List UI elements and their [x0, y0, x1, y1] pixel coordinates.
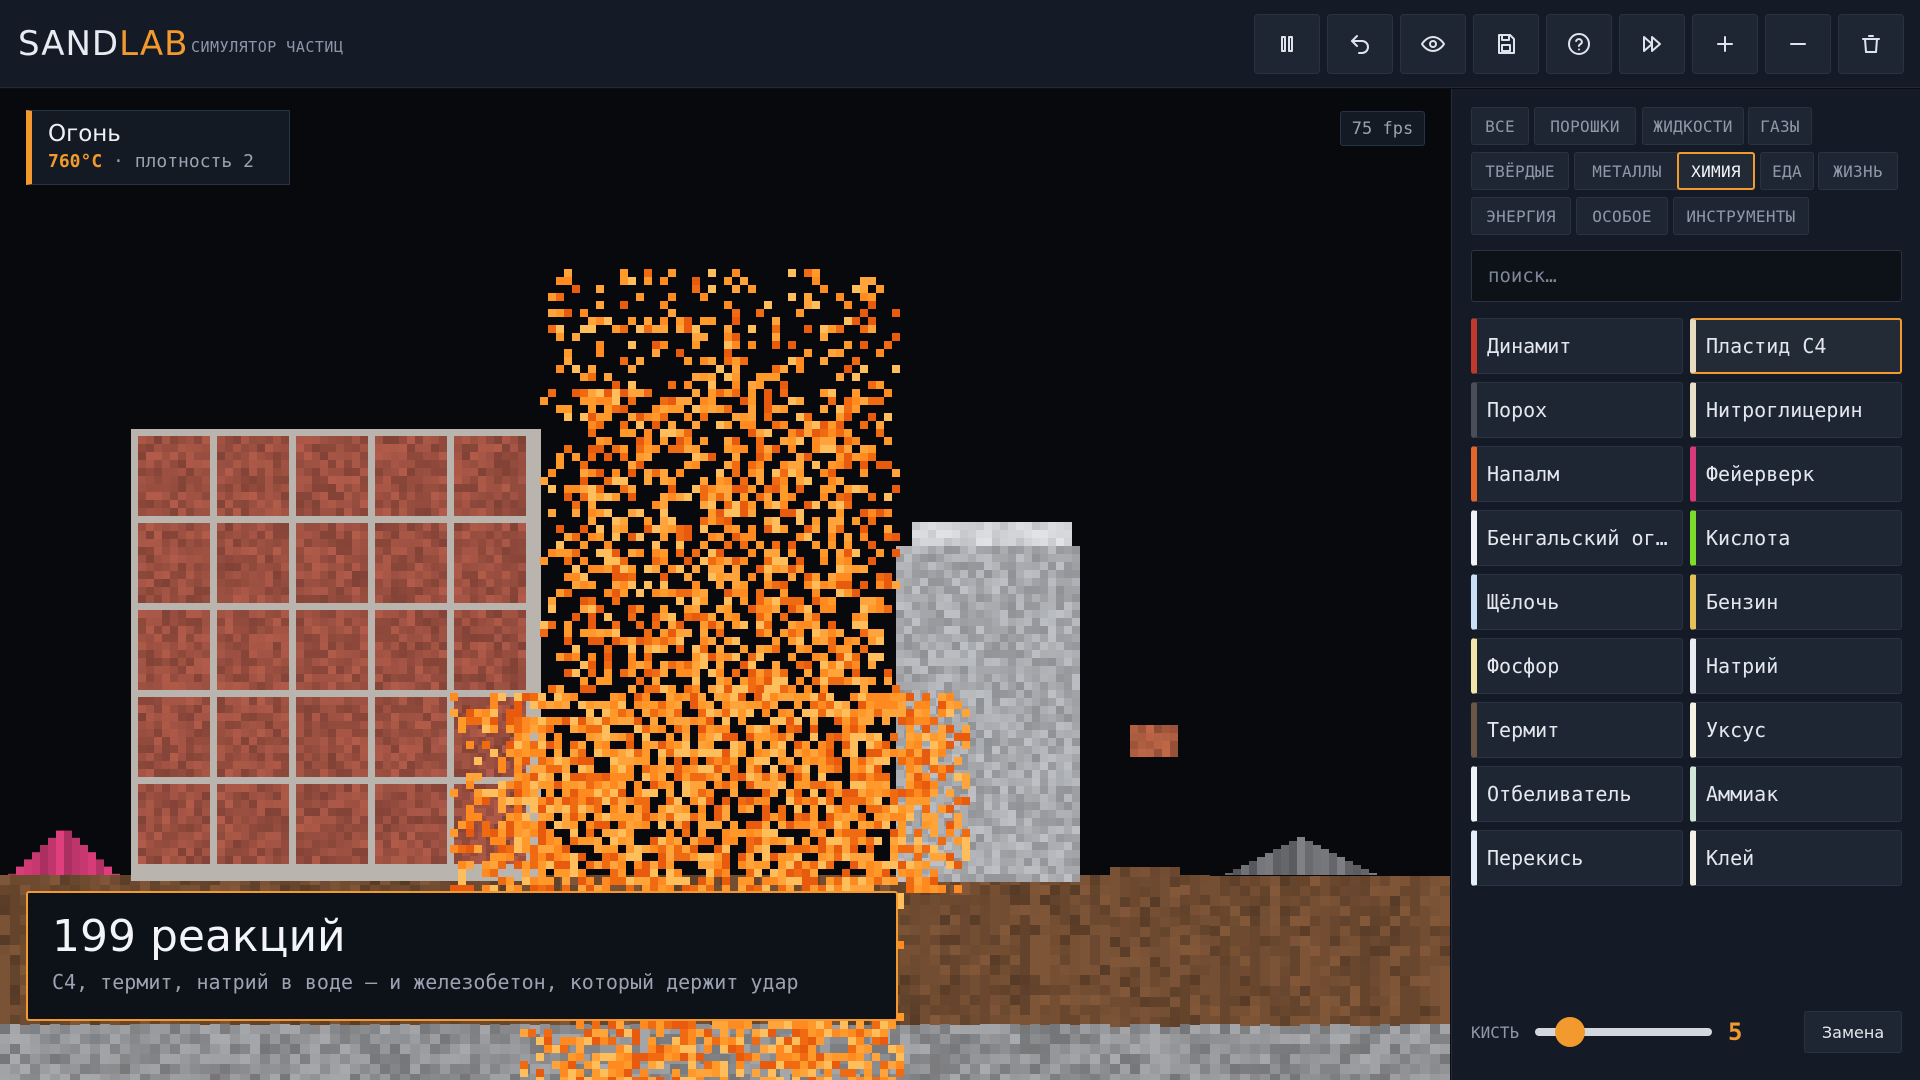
undo-icon: [1351, 35, 1369, 54]
zoom-out-button[interactable]: [1765, 14, 1831, 74]
element-label: Клей: [1706, 846, 1755, 870]
pause-button[interactable]: [1254, 14, 1320, 74]
element-button[interactable]: Фосфор: [1471, 638, 1683, 694]
element-label: Натрий: [1706, 654, 1779, 678]
element-label: Термит: [1487, 718, 1560, 742]
element-label: Динамит: [1487, 334, 1572, 358]
element-label: Фосфор: [1487, 654, 1560, 678]
hover-element-info: Огонь 760°C · плотность 2: [26, 110, 290, 185]
simulation-canvas[interactable]: Огонь 760°C · плотность 2 75 fps 199 реа…: [0, 89, 1450, 1080]
clear-button[interactable]: [1838, 14, 1904, 74]
element-label: Отбеливатель: [1487, 782, 1632, 806]
plus-icon: [1717, 36, 1733, 52]
small-brick-block: [1130, 725, 1178, 757]
banner-text: С4, термит, натрий в воде — и железобето…: [52, 970, 799, 994]
brush-size-thumb[interactable]: [1555, 1017, 1586, 1047]
hover-density: · плотность 2: [102, 151, 254, 172]
undo-button[interactable]: [1327, 14, 1393, 74]
brush-label: КИСТЬ: [1471, 1023, 1520, 1042]
element-button[interactable]: Пластид С4: [1690, 318, 1902, 374]
element-button[interactable]: Натрий: [1690, 638, 1902, 694]
category-tab[interactable]: ЭНЕРГИЯ: [1471, 197, 1571, 235]
element-label: Бенгальский огонь: [1487, 526, 1677, 550]
category-tab[interactable]: ЕДА: [1760, 152, 1814, 190]
app-subtitle: СИМУЛЯТОР ЧАСТИЦ: [191, 38, 344, 56]
top-bar: SANDLAB СИМУЛЯТОР ЧАСТИЦ: [0, 0, 1920, 88]
app-logo: SANDLAB: [18, 24, 188, 64]
element-button[interactable]: Уксус: [1690, 702, 1902, 758]
logo-sand: SAND: [18, 24, 120, 64]
element-label: Кислота: [1706, 526, 1791, 550]
zoom-in-button[interactable]: [1692, 14, 1758, 74]
gray-rock-pile: [1225, 837, 1377, 875]
fast-forward-icon: [1643, 36, 1661, 52]
element-label: Напалм: [1487, 462, 1560, 486]
category-tab[interactable]: ИНСТРУМЕНТЫ: [1673, 197, 1809, 235]
help-icon: [1568, 33, 1590, 55]
brush-size-value: 5: [1728, 1018, 1743, 1046]
element-label: Щёлочь: [1487, 590, 1560, 614]
element-button[interactable]: Порох: [1471, 382, 1683, 438]
banner-title: 199 реакций: [52, 911, 346, 962]
element-label: Перекись: [1487, 846, 1584, 870]
element-label: Уксус: [1706, 718, 1767, 742]
search-input[interactable]: [1471, 250, 1902, 302]
fps-counter: 75 fps: [1340, 111, 1425, 146]
category-tab[interactable]: ЖИДКОСТИ: [1642, 107, 1744, 145]
pink-powder-pile: [8, 830, 120, 875]
category-tab[interactable]: МЕТАЛЛЫ: [1574, 152, 1680, 190]
element-button[interactable]: Динамит: [1471, 318, 1683, 374]
category-tab[interactable]: ПОРОШКИ: [1534, 107, 1636, 145]
replace-mode-button[interactable]: Замена: [1804, 1011, 1902, 1053]
hover-temperature: 760°C: [48, 151, 103, 172]
category-tab[interactable]: ГАЗЫ: [1748, 107, 1812, 145]
element-button[interactable]: Бензин: [1690, 574, 1902, 630]
pause-icon: [1281, 36, 1293, 52]
help-button[interactable]: [1546, 14, 1612, 74]
reactions-banner: 199 реакций С4, термит, натрий в воде — …: [26, 891, 898, 1021]
element-label: Порох: [1487, 398, 1548, 422]
element-button[interactable]: Термит: [1471, 702, 1683, 758]
element-button[interactable]: Щёлочь: [1471, 574, 1683, 630]
element-button[interactable]: Нитроглицерин: [1690, 382, 1902, 438]
element-button[interactable]: Бенгальский огонь: [1471, 510, 1683, 566]
category-tab[interactable]: ХИМИЯ: [1677, 152, 1755, 190]
fast-forward-button[interactable]: [1619, 14, 1685, 74]
element-label: Фейерверк: [1706, 462, 1815, 486]
element-label: Пластид С4: [1706, 334, 1827, 358]
element-button[interactable]: Отбеливатель: [1471, 766, 1683, 822]
logo-lab: LAB: [119, 24, 189, 64]
element-button[interactable]: Кислота: [1690, 510, 1902, 566]
view-button[interactable]: [1400, 14, 1466, 74]
element-button[interactable]: Клей: [1690, 830, 1902, 886]
hover-element-name: Огонь: [48, 121, 121, 147]
category-tab[interactable]: ОСОБОЕ: [1576, 197, 1668, 235]
element-button[interactable]: Перекись: [1471, 830, 1683, 886]
save-button[interactable]: [1473, 14, 1539, 74]
eye-icon: [1421, 36, 1445, 52]
element-label: Бензин: [1706, 590, 1779, 614]
element-button[interactable]: Напалм: [1471, 446, 1683, 502]
category-tab[interactable]: ВСЕ: [1471, 107, 1529, 145]
element-label: Аммиак: [1706, 782, 1779, 806]
element-button[interactable]: Фейерверк: [1690, 446, 1902, 502]
element-label: Нитроглицерин: [1706, 398, 1863, 422]
save-icon: [1498, 34, 1515, 54]
category-tab[interactable]: ЖИЗНЬ: [1818, 152, 1898, 190]
hover-element-meta: 760°C · плотность 2: [48, 151, 289, 172]
trash-icon: [1862, 35, 1880, 53]
element-button[interactable]: Аммиак: [1690, 766, 1902, 822]
category-tab[interactable]: ТВЁРДЫЕ: [1471, 152, 1569, 190]
element-panel: ВСЕ ПОРОШКИ ЖИДКОСТИ ГАЗЫ ТВЁРДЫЕ МЕТАЛЛЫ ХИМИ…: [1451, 89, 1920, 1080]
minus-icon: [1790, 43, 1806, 45]
